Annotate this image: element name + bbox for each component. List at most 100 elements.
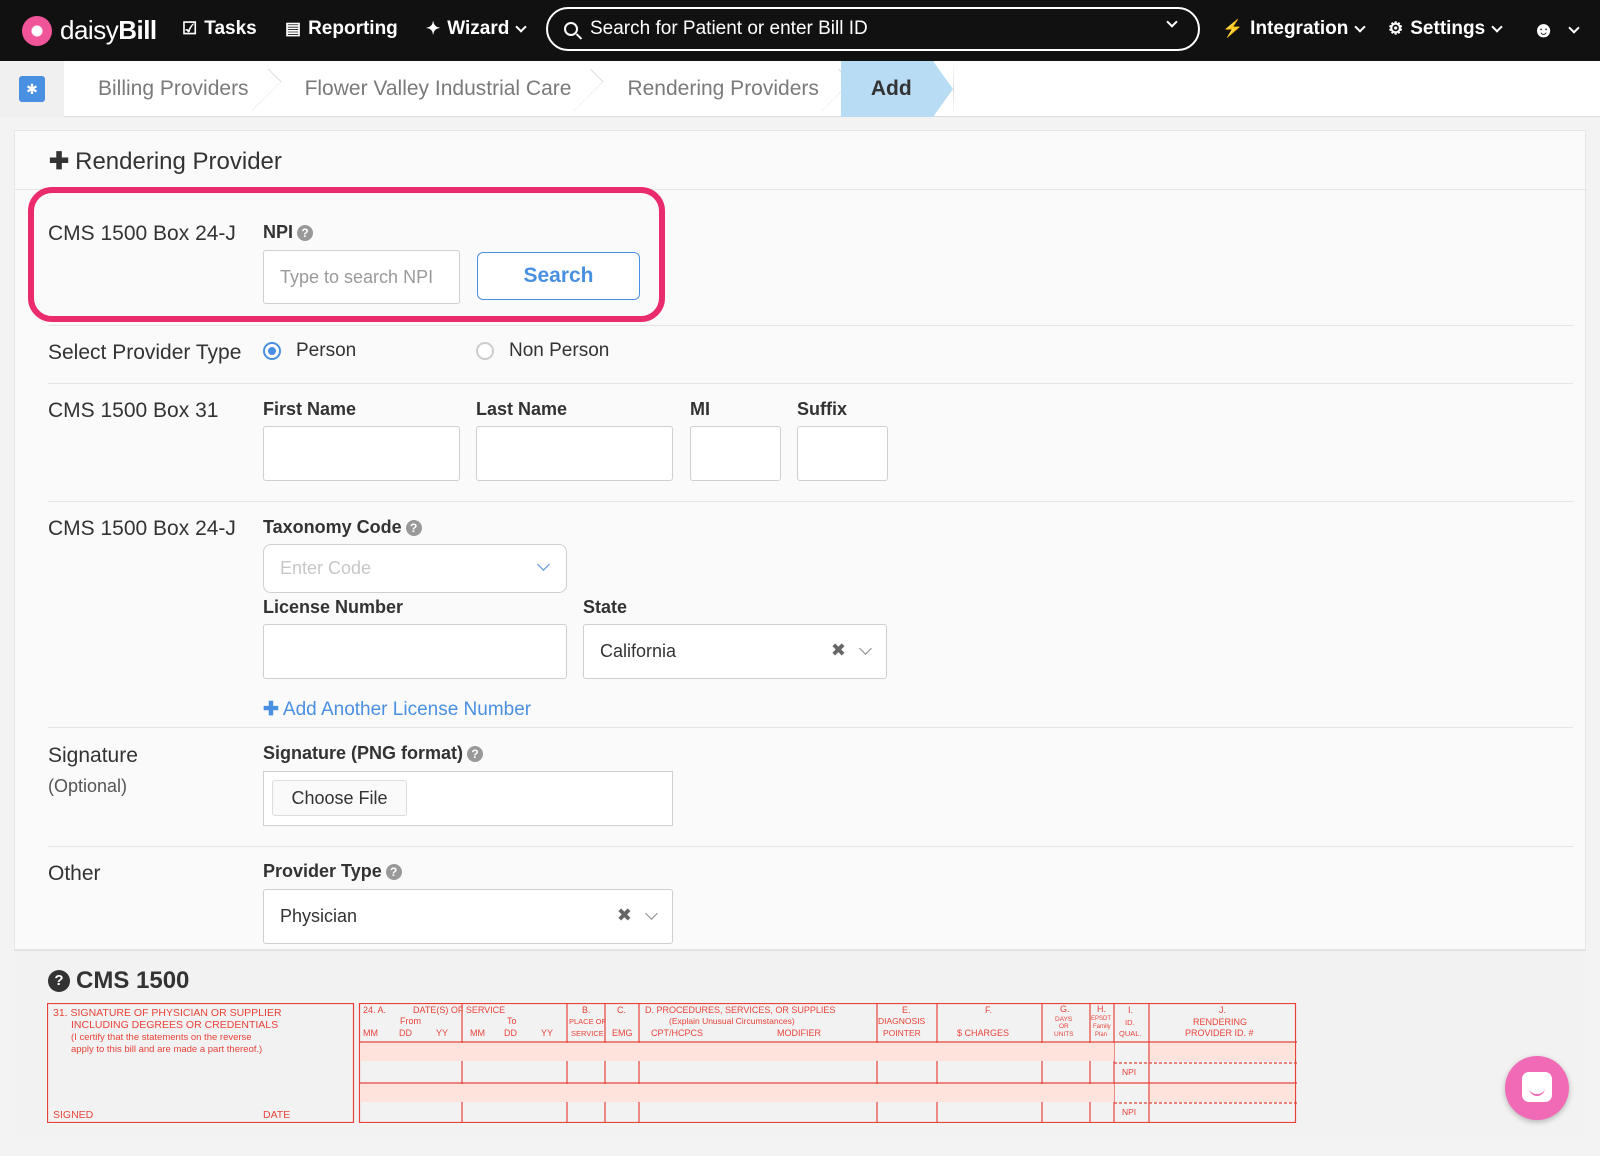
cms-col-b-sub1: PLACE OF [569,1017,607,1026]
suffix-field[interactable] [797,426,888,481]
choose-file-button[interactable]: Choose File [272,780,407,816]
breadcrumb-label: Flower Valley Industrial Care [304,76,572,100]
cms-col-j-sub2: PROVIDER ID. # [1185,1028,1254,1038]
cms-col-d-sub: (Explain Unusual Circumstances) [669,1016,795,1026]
provider-type-field-label-text: Provider Type [263,861,382,881]
question-circle-icon: ? [48,970,70,992]
radio-non-person[interactable] [476,342,494,360]
bar-chart-icon: ▤ [285,19,302,38]
cms-col-i-sub2: QUAL. [1119,1029,1142,1038]
breadcrumb-label: Billing Providers [98,76,249,100]
chat-support-icon[interactable] [1505,1056,1569,1120]
divider [48,501,1573,502]
divider [48,727,1573,728]
taxonomy-placeholder: Enter Code [280,558,372,578]
npi-search-button[interactable]: Search [477,252,640,300]
help-icon[interactable]: ? [385,864,402,880]
nav-tasks-label: Tasks [204,18,257,39]
cms-col-g-sub2: OR [1059,1023,1069,1030]
breadcrumb-billing-providers[interactable]: Billing Providers [64,61,271,117]
first-name-label: First Name [263,399,357,419]
radio-person-label[interactable]: Person [296,340,356,362]
npi-search-input[interactable]: Type to search NPI [263,250,460,304]
magic-wand-icon: ✦ [426,19,441,38]
taxonomy-section-label: CMS 1500 Box 24-J [48,517,236,540]
nav-user-menu[interactable]: ☻ [1532,17,1580,43]
divider [48,383,1573,384]
cms-cpt: CPT/HCPCS [651,1028,703,1038]
license-number-label: License Number [263,597,404,617]
last-name-field[interactable] [476,426,673,481]
cms-col-g: G. [1060,1004,1070,1014]
breadcrumb-home[interactable]: ✱ [0,60,64,117]
brand-bold: Bill [118,15,157,45]
cms-col-d: D. PROCEDURES, SERVICES, OR SUPPLIES [645,1005,835,1015]
help-icon[interactable]: ? [297,225,314,241]
first-name-field[interactable] [263,426,460,481]
provider-type-field-label: Provider Type? [263,861,402,882]
radio-non-person-label[interactable]: Non Person [509,340,609,362]
breadcrumb-flower-valley[interactable]: Flower Valley Industrial Care [271,61,594,117]
signature-field-label-text: Signature (PNG format) [263,743,464,763]
cms-col-h-sub1: EPSDT [1091,1016,1111,1022]
license-number-field[interactable] [263,624,567,679]
cms-signed: SIGNED [53,1109,94,1121]
nav-settings-label: Settings [1410,18,1486,39]
home-building-icon: ✱ [19,75,45,102]
nav-reporting[interactable]: ▤ Reporting [285,18,398,40]
chevron-down-icon [537,558,550,571]
cms1500-title: ? CMS 1500 [48,967,189,995]
cms-yy-2: YY [541,1028,553,1038]
cms-dd-2: DD [504,1028,517,1038]
cms-mm-1: MM [363,1028,378,1038]
divider [48,325,1573,326]
cms-col-e-sub1: DIAGNOSIS [878,1016,926,1026]
help-icon[interactable]: ? [467,746,484,762]
radio-person[interactable] [263,342,281,360]
signature-file-input[interactable]: Choose File [263,771,673,826]
cms-box31-line2: INCLUDING DEGREES OR CREDENTIALS [71,1019,278,1031]
nav-tasks[interactable]: ☑ Tasks [182,18,257,40]
help-icon[interactable]: ? [405,520,422,536]
clear-icon[interactable]: ✖ [617,905,632,926]
cms1500-title-text: CMS 1500 [76,967,190,994]
provider-type-select[interactable]: Physician ✖ [263,889,673,944]
chevron-down-icon [515,21,528,33]
mi-field[interactable] [690,426,781,481]
cms-col-i: I. [1128,1005,1133,1015]
cms-to: To [507,1016,517,1026]
cms-charges: $ CHARGES [957,1028,1009,1038]
cms-col-e-sub2: POINTER [883,1028,921,1038]
cms-col-b: B. [582,1005,591,1015]
cms-col-24a: 24. A. [363,1005,386,1015]
provider-type-value: Physician [280,906,358,926]
nav-settings[interactable]: ⚙ Settings [1388,18,1503,40]
cms-box31-line4: apply to this bill and are made a part t… [71,1044,262,1055]
breadcrumb-label: Add [870,76,912,100]
divider [48,846,1573,847]
daisy-flower-icon [22,15,52,46]
state-select[interactable]: California ✖ [583,624,887,679]
nav-reporting-label: Reporting [308,18,398,39]
chevron-down-icon[interactable] [1166,16,1178,28]
chevron-down-icon [1491,21,1503,33]
cms-col-h: H. [1097,1004,1106,1014]
cms-modifier: MODIFIER [777,1028,821,1038]
add-license-link[interactable]: ✚ Add Another License Number [263,698,531,721]
npi-label-text: NPI [263,222,294,242]
nav-integration[interactable]: ⚡ Integration [1222,18,1367,40]
daisybill-logo[interactable]: daisyBill [22,15,157,46]
cms-npi-2: NPI [1122,1107,1136,1117]
chevron-down-icon [859,642,872,655]
cms1500-reference-panel: ? CMS 1500 31. SIGNATURE OF PHYSICIAN OR… [14,950,1586,1136]
breadcrumb-rendering-providers[interactable]: Rendering Providers [593,61,840,117]
breadcrumb: ✱ Billing Providers Flower Valley Indust… [0,60,1600,117]
cms-col-g-sub3: UNITS [1054,1031,1074,1038]
taxonomy-code-select[interactable]: Enter Code [263,544,567,593]
top-nav: daisyBill ☑ Tasks ▤ Reporting ✦ Wizard S… [0,0,1600,61]
chevron-down-icon [645,907,658,920]
nav-wizard[interactable]: ✦ Wizard [426,18,528,40]
patient-search-input[interactable]: Search for Patient or enter Bill ID [546,7,1200,51]
mi-label: MI [690,399,710,419]
clear-icon[interactable]: ✖ [831,640,846,661]
